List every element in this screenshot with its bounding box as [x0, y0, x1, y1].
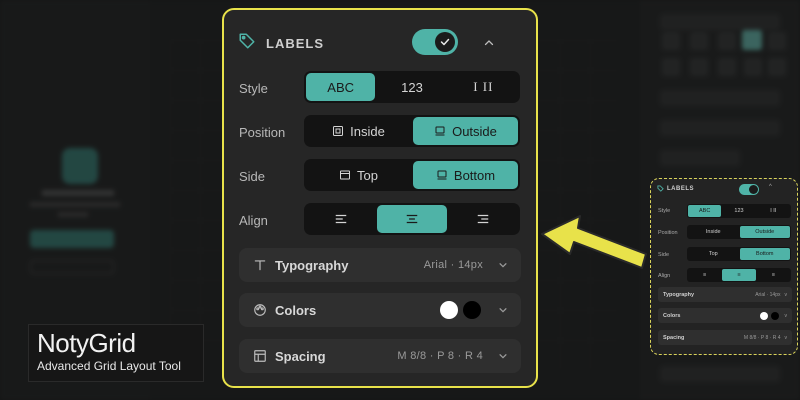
align-label: Align: [239, 213, 268, 228]
thumbnail-typography: Typography Arial · 14px v: [658, 287, 792, 302]
chevron-up-icon: [484, 40, 494, 46]
colors-section[interactable]: Colors: [239, 293, 521, 327]
align-left-button[interactable]: [306, 205, 375, 233]
top-icon: [340, 170, 351, 180]
thumbnail-style-control: ABC 123 I II: [687, 204, 791, 218]
tag-icon: [657, 185, 664, 192]
thumbnail-colors: Colors v: [658, 308, 792, 323]
position-label: Position: [239, 125, 286, 140]
typography-title: Typography: [275, 257, 349, 273]
check-icon: [435, 32, 455, 52]
bottom-icon: [437, 170, 447, 180]
inside-icon: [333, 126, 344, 136]
position-option-outside[interactable]: Outside: [413, 117, 518, 145]
spacing-summary: M 8/8 · P 8 · R 4: [397, 350, 483, 362]
spacing-section[interactable]: Spacing M 8/8 · P 8 · R 4: [239, 339, 521, 373]
tag-icon: [239, 33, 255, 49]
style-label: Style: [239, 81, 268, 96]
style-option-abc[interactable]: ABC: [306, 73, 376, 101]
style-option-roman[interactable]: I II: [449, 73, 518, 101]
thumbnail-align-control: ≡ ≡ ≡: [687, 268, 791, 282]
align-center-icon: [406, 214, 418, 224]
chevron-down-icon: [493, 351, 513, 361]
position-option-inside[interactable]: Inside: [306, 117, 411, 145]
panel-title: LABELS: [266, 36, 324, 51]
side-option-top[interactable]: Top: [306, 161, 411, 189]
side-label: Side: [239, 169, 266, 184]
align-left-icon: [335, 214, 346, 224]
thumbnail-header: LABELS: [657, 185, 694, 192]
thumbnail-toggle: [739, 184, 759, 195]
outside-icon: [435, 126, 445, 136]
position-segmented-control: Inside Outside: [304, 115, 520, 147]
color-swatch-white[interactable]: [440, 301, 458, 319]
chevron-down-icon: [493, 305, 513, 315]
typography-summary: Arial · 14px: [423, 259, 483, 271]
collapse-button[interactable]: [478, 32, 500, 54]
style-segmented-control: ABC 123 I II: [304, 71, 520, 103]
panel-header: LABELS: [224, 10, 536, 66]
spacing-title: Spacing: [275, 348, 326, 364]
labels-enabled-toggle[interactable]: [412, 29, 458, 55]
style-option-123[interactable]: 123: [377, 73, 446, 101]
align-right-icon: [478, 214, 489, 224]
thumbnail-spacing: Spacing M 8/8 · P 8 · R 4 v: [658, 330, 792, 345]
align-segmented-control: [304, 203, 520, 235]
color-swatch-black[interactable]: [463, 301, 481, 319]
brand-tagline: Advanced Grid Layout Tool: [37, 359, 181, 373]
colors-title: Colors: [275, 302, 317, 318]
palette-icon: [245, 303, 275, 317]
chevron-up-icon: ^: [769, 184, 772, 190]
align-center-button[interactable]: [377, 205, 447, 233]
pointer-arrow: [541, 215, 647, 269]
typography-section[interactable]: Typography Arial · 14px: [239, 248, 521, 282]
brand-badge: NotyGrid Advanced Grid Layout Tool: [28, 324, 204, 382]
brand-name: NotyGrid: [37, 328, 136, 358]
panel-thumbnail: LABELS ^ Style ABC 123 I II Position Ins…: [650, 178, 798, 355]
align-right-button[interactable]: [449, 205, 518, 233]
side-option-bottom[interactable]: Bottom: [413, 161, 518, 189]
labels-panel: LABELS Style ABC 123 I II Position Insid…: [222, 8, 538, 388]
side-segmented-control: Top Bottom: [304, 159, 520, 191]
layout-icon: [245, 349, 275, 363]
text-icon: [245, 258, 275, 272]
chevron-down-icon: [493, 260, 513, 270]
thumbnail-side-control: Top Bottom: [687, 247, 791, 261]
thumbnail-position-control: Inside Outside: [687, 225, 791, 239]
